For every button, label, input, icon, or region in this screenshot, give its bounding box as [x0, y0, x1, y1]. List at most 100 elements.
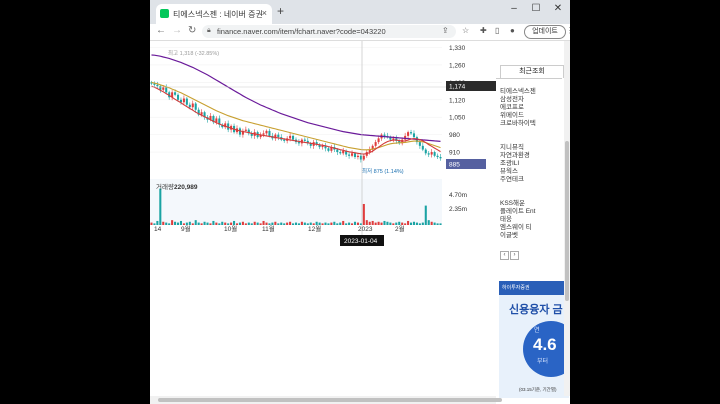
volume-bar [153, 223, 156, 225]
vertical-scroll-thumb[interactable] [565, 141, 569, 301]
menu-icon[interactable]: ⋮ [566, 26, 570, 35]
next-page-button[interactable]: › [510, 251, 519, 260]
date-axis-label: 2월 [395, 224, 405, 233]
tab-bar: 티에스넥스젠 : 네이버 증권 × + – ☐ ✕ [150, 0, 570, 24]
price-axis-label: 1,120 [449, 97, 466, 104]
low-annotation: 최저 875 (1.14%) [362, 167, 404, 175]
profile-icon[interactable]: ● [510, 26, 515, 35]
share-icon[interactable]: ⇪ [442, 26, 449, 35]
candle-body [289, 135, 292, 139]
candle-body [162, 87, 165, 90]
volume-bar [233, 220, 236, 225]
volume-bar [430, 221, 433, 225]
browser-window: 티에스넥스젠 : 네이버 증권 × + – ☐ ✕ ← → ↻ 🔒︎ finan… [150, 0, 570, 404]
candle-body [356, 155, 359, 158]
volume-bar [159, 188, 162, 225]
extension-icon[interactable]: ✚ [480, 26, 487, 35]
ad-rate-suffix: 부터 [537, 359, 549, 365]
volume-bar [203, 221, 206, 225]
volume-bar [289, 221, 292, 225]
volume-bar [433, 222, 436, 225]
prev-page-button[interactable]: ‹ [500, 251, 509, 260]
volume-bar [297, 223, 300, 225]
star-icon[interactable]: ☆ [462, 26, 469, 35]
recent-item[interactable]: 크로바하이텍 [500, 117, 536, 127]
candle-body [297, 142, 300, 144]
volume-bar [162, 221, 165, 225]
volume-bar [212, 220, 215, 225]
volume-bar [356, 222, 359, 225]
vertical-scrollbar[interactable] [564, 41, 570, 396]
date-axis-label: 11월 [262, 224, 275, 233]
volume-bar [256, 222, 259, 225]
volume-bar [371, 220, 374, 225]
volume-bar [294, 222, 298, 225]
volume-bar [368, 221, 371, 225]
volume-bar [221, 221, 224, 225]
candle-body [165, 87, 168, 93]
candle-body [194, 103, 197, 110]
volume-bar [415, 222, 418, 225]
ad-banner[interactable]: 하이투자증권 신용융자 금 연 4.6 부터 (03.15기준, 기간별) [499, 281, 569, 398]
volume-bar [389, 222, 392, 225]
url-field[interactable]: 🔒︎ finance.naver.com/item/fchart.naver?c… [202, 25, 456, 38]
recent-item[interactable]: 주연테크 [500, 173, 524, 183]
recent-view-tab[interactable]: 최근조회 [500, 65, 564, 78]
volume-bar [380, 222, 383, 225]
volume-bar [271, 222, 274, 225]
candle-body [277, 134, 280, 138]
ad-rate-circle: 연 4.6 부터 [523, 321, 569, 377]
recent-item[interactable]: 이글벳 [500, 229, 518, 239]
sidepanel-icon[interactable]: ▯ [495, 26, 499, 35]
candle-body [421, 145, 424, 150]
date-axis-label: 14 [154, 226, 162, 233]
candle-body [327, 148, 330, 151]
volume-bar [407, 220, 410, 225]
volume-bar [244, 223, 247, 225]
date-axis-label: 9월 [181, 224, 191, 233]
volume-bar [171, 220, 174, 225]
candle-body [427, 153, 430, 155]
update-button[interactable]: 업데이트 [524, 25, 566, 39]
volume-bar [182, 223, 185, 225]
maximize-icon[interactable]: ☐ [528, 3, 544, 14]
volume-bar [342, 220, 345, 225]
volume-bar [306, 223, 309, 225]
horizontal-scrollbar[interactable] [150, 396, 502, 404]
volume-bar [424, 205, 427, 225]
candle-body [418, 142, 421, 146]
volume-bar [191, 223, 194, 225]
volume-bar [194, 220, 197, 225]
volume-bar [330, 222, 333, 225]
volume-bar [386, 221, 389, 225]
ad-headline: 신용융자 금 [509, 304, 563, 316]
volume-bar [315, 221, 318, 225]
volume-bar [150, 222, 153, 225]
address-bar-row: ← → ↻ 🔒︎ finance.naver.com/item/fchart.n… [150, 24, 570, 41]
volume-bar [206, 222, 209, 225]
candle-body [292, 135, 295, 140]
reload-icon[interactable]: ↻ [188, 25, 196, 36]
volume-bar [188, 221, 191, 225]
volume-bar [200, 223, 203, 225]
volume-bar [300, 221, 303, 225]
tab-active[interactable]: 티에스넥스젠 : 네이버 증권 × [156, 4, 272, 24]
volume-axis-label: 2.35m [449, 206, 467, 213]
horizontal-scroll-thumb[interactable] [158, 398, 502, 402]
candle-body [353, 153, 357, 158]
candle-body [185, 98, 188, 105]
window-close-icon[interactable]: ✕ [550, 3, 566, 14]
volume-bar [418, 223, 421, 225]
volume-bar [348, 222, 351, 225]
tab-close-icon[interactable]: × [262, 8, 267, 18]
new-tab-button[interactable]: + [277, 4, 284, 18]
candle-body [303, 139, 306, 141]
minimize-icon[interactable]: – [506, 3, 522, 14]
forward-icon[interactable]: → [172, 25, 182, 36]
candle-body [321, 145, 324, 148]
back-icon[interactable]: ← [156, 25, 166, 36]
candle-body [176, 94, 180, 100]
volume-bar [168, 223, 171, 225]
high-annotation: 최고 1,318 (-32.85%) [168, 49, 219, 57]
stock-chart[interactable]: 1,3301,2601,1901,1201,0509809104.70m2.35… [150, 41, 496, 251]
